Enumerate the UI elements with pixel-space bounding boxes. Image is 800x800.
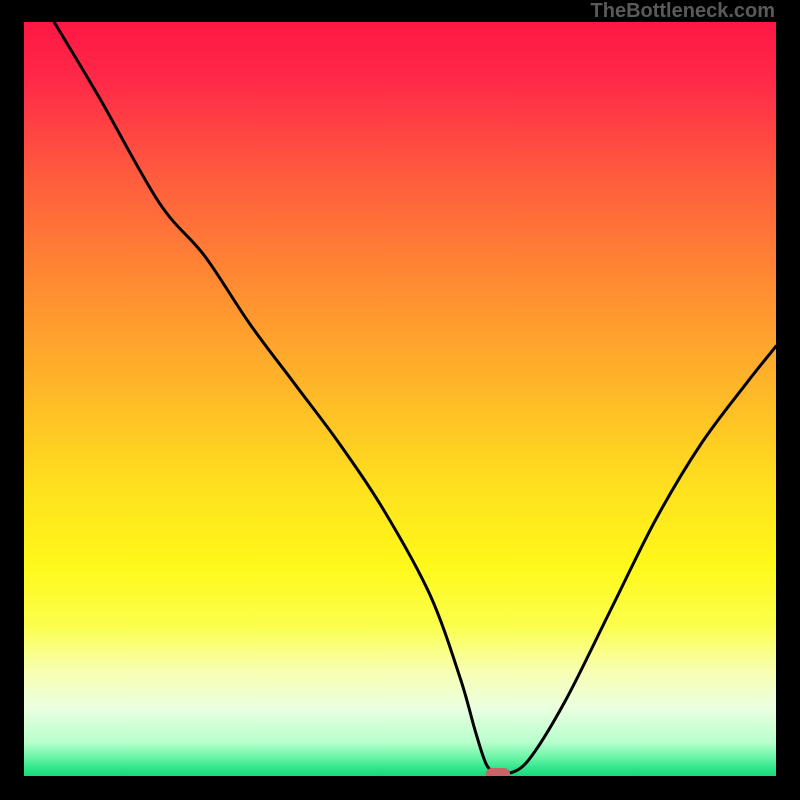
watermark-label: TheBottleneck.com — [591, 0, 775, 23]
bottleneck-curve — [24, 22, 776, 776]
optimal-marker — [486, 768, 510, 776]
chart-frame: TheBottleneck.com — [0, 0, 800, 800]
plot-area — [24, 22, 776, 776]
